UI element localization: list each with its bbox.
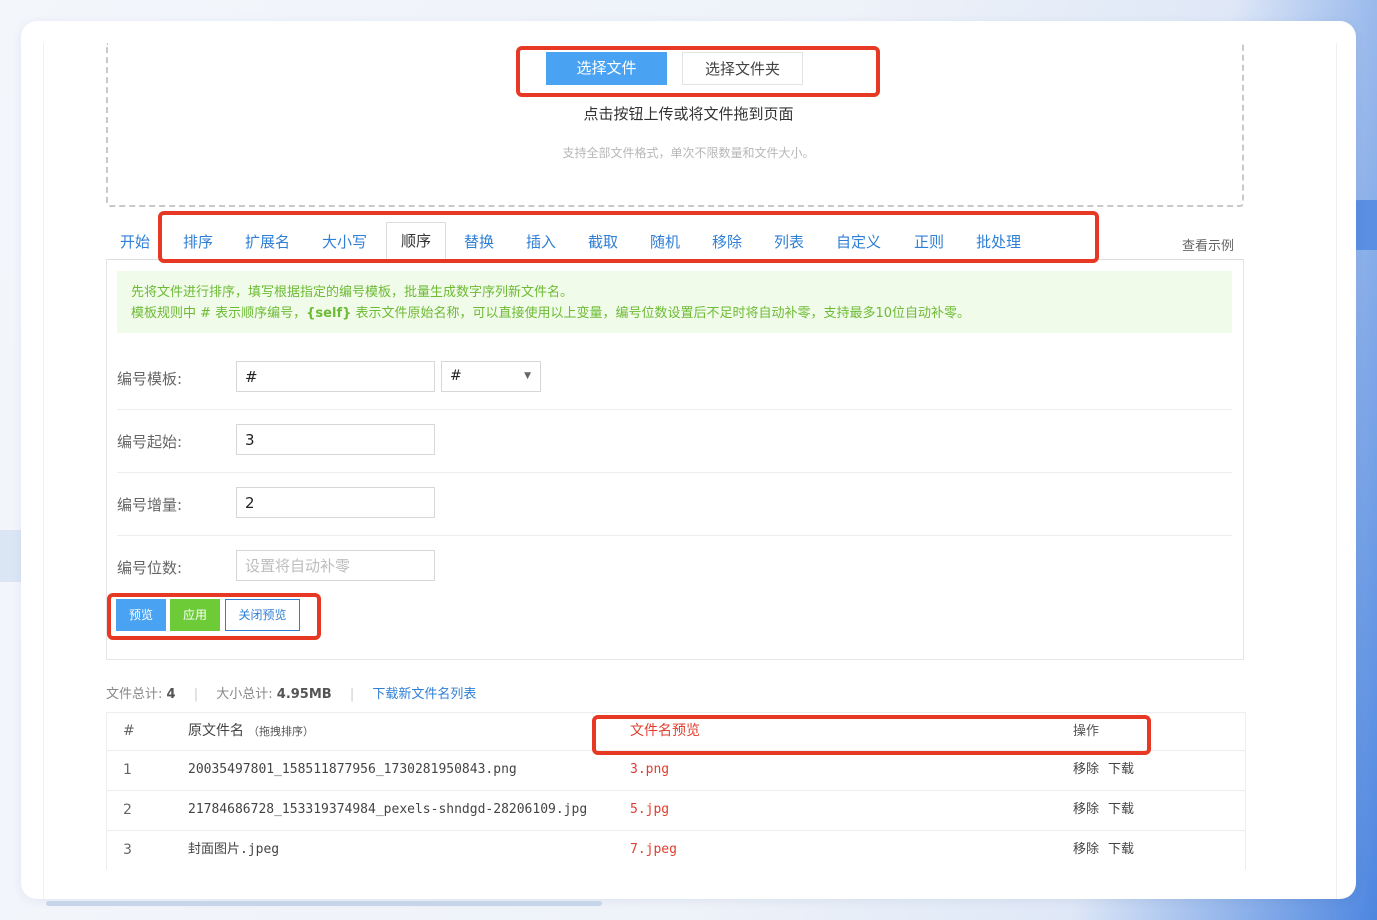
original-filename: 封面图片.jpeg [188, 842, 280, 857]
step-input[interactable] [236, 487, 435, 518]
row-index: 2 [123, 802, 132, 818]
tab-custom[interactable]: 自定义 [836, 231, 881, 253]
choose-file-button[interactable]: 选择文件 [546, 52, 667, 85]
tab-start[interactable]: 开始 [120, 231, 150, 253]
header-preview-name: 文件名预览 [630, 723, 700, 739]
preview-filename: 3.png [630, 762, 670, 777]
table-row[interactable]: 2 21784686728_153319374984_pexels-shndgd… [107, 790, 1245, 830]
notice-line-2: 模板规则中 # 表示顺序编号，{self} 表示文件原始名称，可以直接使用以上变… [131, 306, 971, 321]
digits-label: 编号位数: [117, 559, 183, 577]
notice-line-1: 先将文件进行排序，填写根据指定的编号模板，批量生成数字序列新文件名。 [131, 285, 574, 300]
row-actions: 移除 下载 [1073, 831, 1143, 869]
tab-extension[interactable]: 扩展名 [245, 231, 290, 253]
original-filename: 20035497801_158511877956_1730281950843.p… [188, 762, 517, 777]
start-input[interactable] [236, 424, 435, 455]
row-actions: 移除 下载 [1073, 751, 1143, 789]
tab-case[interactable]: 大小写 [322, 231, 367, 253]
upload-subhint: 支持全部文件格式，单次不限数量和文件大小。 [562, 146, 815, 160]
notice-box: 先将文件进行排序，填写根据指定的编号模板，批量生成数字序列新文件名。 模板规则中… [117, 271, 1232, 333]
row-divider [117, 535, 1232, 536]
tab-batch[interactable]: 批处理 [976, 231, 1021, 253]
original-filename: 21784686728_153319374984_pexels-shndgd-2… [188, 802, 588, 817]
download-list-link[interactable]: 下载新文件名列表 [372, 687, 476, 702]
template-variable-select[interactable]: # ▼ [441, 361, 541, 392]
tab-list[interactable]: 列表 [774, 231, 804, 253]
file-total-value: 4 [166, 687, 176, 702]
upload-dropzone[interactable] [106, 43, 1244, 207]
table-row[interactable]: 3 封面图片.jpeg 7.jpeg 移除 下载 [107, 830, 1245, 870]
download-button[interactable]: 下载 [1108, 842, 1134, 857]
download-button[interactable]: 下载 [1108, 802, 1134, 817]
row-divider [117, 472, 1232, 473]
remove-button[interactable]: 移除 [1073, 802, 1099, 817]
row-divider [117, 409, 1232, 410]
tab-insert[interactable]: 插入 [526, 231, 556, 253]
preview-button[interactable]: 预览 [116, 599, 166, 631]
upload-hint: 点击按钮上传或将文件拖到页面 [583, 105, 794, 123]
tab-remove[interactable]: 移除 [712, 231, 742, 253]
size-total-label: 大小总计: [216, 687, 273, 702]
download-button[interactable]: 下载 [1108, 762, 1134, 777]
horizontal-scrollbar[interactable] [46, 901, 602, 906]
size-total-value: 4.95MB [276, 687, 332, 702]
row-index: 3 [123, 842, 132, 858]
row-actions: 移除 下载 [1073, 791, 1143, 829]
see-example-link[interactable]: 查看示例 [1182, 235, 1234, 254]
preview-filename: 7.jpeg [630, 842, 677, 857]
close-preview-button[interactable]: 关闭预览 [225, 599, 300, 631]
tab-regex[interactable]: 正则 [914, 231, 944, 253]
tab-random[interactable]: 随机 [650, 231, 680, 253]
start-label: 编号起始: [117, 433, 183, 451]
file-total-label: 文件总计: [106, 687, 163, 702]
step-label: 编号增量: [117, 496, 183, 514]
template-label: 编号模板: [117, 370, 183, 388]
header-index: # [123, 723, 135, 739]
file-table: # 原文件名 （拖拽排序） 文件名预览 操作 1 20035497801_1585… [106, 712, 1246, 870]
choose-folder-button[interactable]: 选择文件夹 [682, 52, 803, 85]
app-window: 选择文件 选择文件夹 点击按钮上传或将文件拖到页面 支持全部文件格式，单次不限数… [21, 21, 1356, 899]
apply-button[interactable]: 应用 [170, 599, 220, 631]
digits-input[interactable] [236, 550, 435, 581]
template-input[interactable] [236, 361, 435, 392]
tab-sort[interactable]: 排序 [183, 231, 213, 253]
table-header: # 原文件名 （拖拽排序） 文件名预览 操作 [107, 712, 1245, 750]
preview-filename: 5.jpg [630, 802, 670, 817]
stats-bar: 文件总计: 4 | 大小总计: 4.95MB | 下载新文件名列表 [106, 687, 477, 702]
tab-extract[interactable]: 截取 [588, 231, 618, 253]
header-actions: 操作 [1073, 724, 1100, 739]
row-index: 1 [123, 762, 132, 778]
header-original-name: 原文件名 （拖拽排序） [188, 723, 314, 739]
chevron-down-icon: ▼ [524, 371, 531, 381]
remove-button[interactable]: 移除 [1073, 762, 1099, 777]
tab-replace[interactable]: 替换 [464, 231, 494, 253]
tab-sequence[interactable]: 顺序 [386, 222, 447, 259]
remove-button[interactable]: 移除 [1073, 842, 1099, 857]
table-row[interactable]: 1 20035497801_158511877956_1730281950843… [107, 750, 1245, 790]
